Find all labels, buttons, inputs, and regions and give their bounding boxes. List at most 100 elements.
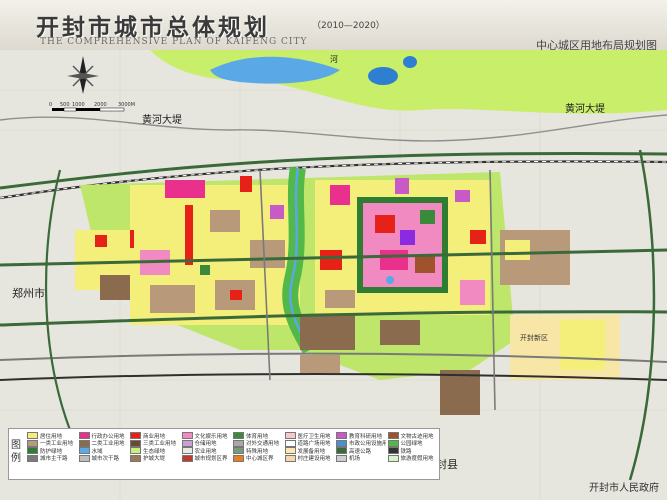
legend-swatch — [78, 432, 90, 440]
legend-swatch — [233, 439, 244, 447]
legend: 图例 居住用地 行政办公用地 商业用地 文化娱乐用地 体育用地 医疗卫生用地 教育科研用地 文… — [8, 428, 440, 480]
legend-label: 机场 — [349, 456, 361, 462]
scale-tick-2000: 2000 — [94, 102, 107, 108]
legend-item: 道路广场用地 — [284, 439, 335, 447]
legend-swatch — [78, 447, 90, 455]
scale-tick-500: 500 — [60, 102, 70, 108]
zhengzhou-edge-commercial — [95, 235, 107, 247]
legend-swatch — [181, 447, 193, 455]
legend-swatch — [336, 447, 347, 455]
legend-label: 市政公用设施用地 — [349, 441, 386, 447]
legend-item: 铁路 — [387, 447, 438, 455]
legend-swatch — [233, 447, 244, 455]
label-river: 河 — [330, 54, 338, 64]
legend-item: 教育科研用地 — [336, 432, 386, 440]
legend-swatch — [233, 454, 244, 462]
legend-item: 体育用地 — [233, 432, 283, 440]
legend-label: 城市主干路 — [40, 456, 68, 462]
legend-item: 旅游度假用地 — [387, 454, 438, 462]
legend-label: 城市次干路 — [91, 456, 120, 462]
legend-item: 文物古迹用地 — [387, 432, 438, 440]
legend-swatch — [336, 432, 347, 440]
legend-label: 生态绿地 — [143, 448, 166, 455]
label-zhengzhou: 郑州市 — [12, 286, 45, 300]
legend-items: 居住用地 行政办公用地 商业用地 文化娱乐用地 体育用地 医疗卫生用地 教育科研用地 文物古迹… — [27, 432, 437, 462]
legend-swatch — [130, 432, 141, 440]
scale-tick-3000: 3000M — [118, 102, 135, 108]
legend-item: 村庄建设用地 — [284, 454, 335, 462]
plan-period: （2010—2020） — [312, 21, 385, 31]
issuing-authority: 开封市人民政府 — [589, 483, 659, 494]
legend-item: 特殊用地 — [233, 447, 283, 455]
legend-swatch — [181, 454, 193, 462]
legend-label: 农业用地 — [194, 448, 217, 455]
legend-item: 水域 — [78, 447, 129, 455]
legend-swatch — [284, 447, 296, 455]
legend-item: 二类工业用地 — [78, 439, 129, 447]
legend-item: 三类工业用地 — [130, 439, 180, 447]
legend-label: 居住用地 — [40, 433, 63, 440]
legend-label: 二类工业用地 — [91, 441, 125, 447]
lake-north-1 — [368, 67, 398, 85]
legend-swatch — [27, 447, 38, 455]
legend-swatch — [27, 454, 38, 462]
legend-swatch — [78, 454, 90, 462]
legend-swatch — [387, 432, 399, 440]
legend-swatch — [27, 439, 38, 447]
legend-item: 公园绿地 — [387, 439, 438, 447]
label-kaifeng-new-district: 开封新区 — [520, 333, 548, 342]
legend-swatch — [78, 439, 90, 447]
legend-label: 文化娱乐用地 — [194, 433, 228, 440]
legend-swatch — [284, 432, 296, 440]
legend-item: 机场 — [336, 454, 386, 462]
east-residential-small — [505, 240, 530, 260]
legend-swatch — [27, 432, 38, 440]
legend-label: 发展备用地 — [297, 448, 326, 455]
legend-item: 城市主干路 — [27, 454, 77, 462]
map-subtitle: THE COMPREHENSIVE PLAN OF KAIFENG CITY — [40, 37, 308, 47]
legend-item: 对外交通用地 — [233, 439, 283, 447]
legend-swatch — [233, 432, 244, 440]
legend-item: 防护绿地 — [27, 447, 77, 455]
legend-label: 城市规划区界 — [194, 456, 228, 462]
legend-label: 行政办公用地 — [91, 433, 125, 440]
legend-label: 对外交通用地 — [246, 441, 280, 447]
legend-item: 居住用地 — [27, 432, 77, 440]
legend-swatch — [387, 447, 399, 455]
legend-label: 三类工业用地 — [143, 441, 177, 447]
legend-item: 城市规划区界 — [181, 454, 232, 462]
legend-label: 村庄建设用地 — [297, 456, 331, 462]
legend-swatch — [130, 439, 141, 447]
zhengzhou-edge-industry — [100, 275, 130, 300]
legend-label: 道路广场用地 — [297, 441, 331, 447]
legend-title: 图例 — [11, 440, 21, 464]
legend-label: 医疗卫生用地 — [297, 433, 331, 440]
scale-tick-1000: 1000 — [72, 102, 85, 108]
legend-swatch — [284, 439, 296, 447]
legend-item: 生态绿地 — [130, 447, 180, 455]
legend-label: 防护绿地 — [40, 448, 63, 455]
legend-item: 城市次干路 — [78, 454, 129, 462]
new-district-core — [560, 320, 605, 370]
legend-item: 仓储用地 — [181, 439, 232, 447]
legend-item: 市政公用设施用地 — [336, 439, 386, 447]
legend-swatch — [387, 439, 399, 447]
label-yellow-river-dike-left: 黄河大堤 — [142, 113, 182, 126]
legend-label: 中心城区界 — [246, 456, 274, 462]
legend-item: 农业用地 — [181, 447, 232, 455]
legend-swatch — [130, 454, 141, 462]
legend-label: 仓储用地 — [194, 441, 217, 447]
legend-item: 发展备用地 — [284, 447, 335, 455]
legend-label: 铁路 — [400, 448, 412, 455]
legend-label: 特殊用地 — [246, 448, 269, 455]
legend-item: 一类工业用地 — [27, 439, 77, 447]
legend-item: 中心城区界 — [233, 454, 283, 462]
legend-label: 高速公路 — [349, 448, 372, 455]
legend-item: 文化娱乐用地 — [181, 432, 232, 440]
scale-tick-0: 0 — [49, 102, 52, 108]
legend-label: 商业用地 — [143, 433, 166, 440]
legend-swatch — [181, 439, 193, 447]
legend-label: 体育用地 — [246, 433, 269, 440]
legend-label: 公园绿地 — [400, 441, 423, 447]
legend-label: 水域 — [91, 448, 103, 455]
